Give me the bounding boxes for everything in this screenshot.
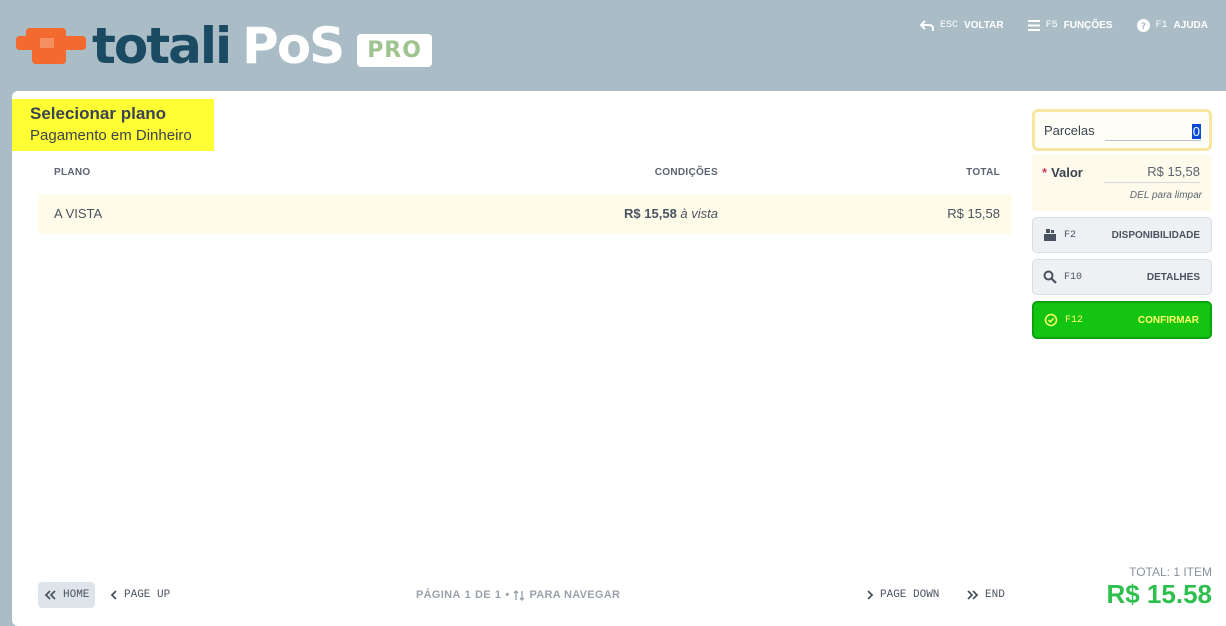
confirm-label: CONFIRMAR	[1137, 315, 1199, 326]
pro-badge: PRO	[357, 33, 432, 67]
home-button[interactable]: HOME	[38, 582, 96, 608]
page-up-label: PAGE UP	[124, 589, 171, 601]
search-icon	[1043, 270, 1057, 284]
sort-arrows-icon	[513, 589, 525, 601]
end-label: END	[985, 589, 1005, 601]
menu-icon	[1027, 20, 1040, 31]
item-count: TOTAL: 1 ITEM	[1129, 565, 1212, 579]
page-info: PÁGINA 1 DE 1 • PARA NAVEGAR	[416, 589, 620, 601]
logo-text: totali PoS	[92, 17, 345, 75]
back-label: VOLTAR	[963, 20, 1004, 31]
table-header: PLANO CONDIÇÕES TOTAL	[38, 167, 1012, 183]
logo-word-totali: totali	[92, 17, 232, 75]
column-plano: PLANO	[54, 167, 91, 178]
functions-label: FUNÇÕES	[1063, 20, 1113, 31]
required-asterisk-icon: *	[1042, 165, 1048, 180]
bullet-separator: •	[505, 589, 510, 601]
help-key: F1	[1155, 20, 1168, 31]
page-title: Selecionar plano	[30, 104, 167, 123]
row-cond-amount: R$ 15,58	[624, 206, 677, 221]
page-current: 1	[464, 589, 472, 601]
header: totali PoS PRO ESC VOLTAR F5 FUNÇÕES ? F1…	[0, 0, 1226, 92]
main-panel: Selecionar plano Pagamento em Dinheiro P…	[12, 91, 1226, 626]
column-condicoes: CONDIÇÕES	[654, 167, 718, 178]
row-total: R$ 15,58	[947, 206, 1000, 221]
chevron-left-icon	[110, 590, 117, 600]
double-chevron-left-icon	[44, 590, 56, 600]
parcelas-value: 0	[1191, 124, 1201, 139]
pagination: HOME PAGE UP PÁGINA 1 DE 1 • PARA NAVEGA…	[38, 582, 1012, 608]
logo: totali PoS PRO	[16, 20, 432, 72]
column-total: TOTAL	[966, 167, 1000, 178]
logo-mark-icon	[16, 28, 86, 64]
header-shortcuts: ESC VOLTAR F5 FUNÇÕES ? F1 AJUDA	[919, 19, 1208, 32]
page-up-button[interactable]: PAGE UP	[110, 582, 170, 608]
page-info-prefix: PÁGINA	[416, 589, 461, 601]
valor-label: * Valor	[1042, 165, 1083, 180]
page-subtitle: Pagamento em Dinheiro	[30, 127, 192, 144]
order-total: TOTAL: 1 ITEM R$ 15.58	[1032, 565, 1212, 609]
page-down-label: PAGE DOWN	[880, 589, 940, 601]
logo-word-pos: PoS	[242, 17, 345, 75]
back-key: ESC	[939, 20, 958, 31]
details-label: DETALHES	[1146, 272, 1200, 283]
availability-label: DISPONIBILIDADE	[1111, 230, 1200, 241]
help-icon: ?	[1136, 19, 1150, 32]
check-circle-icon	[1044, 313, 1058, 327]
help-shortcut[interactable]: ? F1 AJUDA	[1136, 19, 1208, 32]
valor-label-text: Valor	[1051, 165, 1083, 180]
valor-field[interactable]: * Valor R$ 15,58 DEL para limpar	[1032, 155, 1212, 211]
payment-sidebar: Parcelas 0 * Valor R$ 15,58 DEL para limp…	[1032, 109, 1212, 339]
page-nav-hint: PARA NAVEGAR	[529, 589, 621, 601]
row-conditions: R$ 15,58 à vista	[624, 206, 718, 221]
double-chevron-right-icon	[967, 590, 979, 600]
confirm-key: F12	[1065, 315, 1084, 326]
parcelas-label: Parcelas	[1044, 123, 1095, 138]
availability-button[interactable]: F2 DISPONIBILIDADE	[1032, 217, 1212, 253]
availability-key: F2	[1064, 230, 1077, 241]
table-row[interactable]: A VISTA R$ 15,58 à vista R$ 15,58	[38, 194, 1012, 234]
home-label: HOME	[63, 589, 90, 601]
page-of: DE	[475, 589, 491, 601]
help-label: AJUDA	[1173, 20, 1208, 31]
back-arrow-icon	[919, 19, 934, 31]
row-plan: A VISTA	[54, 206, 103, 221]
back-shortcut[interactable]: ESC VOLTAR	[919, 19, 1004, 32]
row-cond-text: à vista	[680, 206, 718, 221]
details-key: F10	[1064, 272, 1083, 283]
confirm-button[interactable]: F12 CONFIRMAR	[1032, 301, 1212, 339]
stock-icon	[1044, 229, 1056, 241]
page-heading: Selecionar plano Pagamento em Dinheiro	[12, 99, 214, 151]
page-down-button[interactable]: PAGE DOWN	[866, 582, 939, 608]
end-button[interactable]: END	[966, 582, 1005, 608]
parcelas-input[interactable]	[1105, 121, 1201, 141]
functions-key: F5	[1045, 20, 1058, 31]
valor-input[interactable]: R$ 15,58	[1104, 164, 1200, 183]
parcelas-field[interactable]: Parcelas 0	[1032, 109, 1212, 151]
details-button[interactable]: F10 DETALHES	[1032, 259, 1212, 295]
functions-shortcut[interactable]: F5 FUNÇÕES	[1027, 20, 1113, 31]
chevron-right-icon	[867, 590, 874, 600]
page-total: 1	[494, 589, 502, 601]
total-amount: R$ 15.58	[1106, 579, 1212, 609]
svg-text:?: ?	[1140, 22, 1145, 32]
valor-hint: DEL para limpar	[1129, 190, 1202, 201]
